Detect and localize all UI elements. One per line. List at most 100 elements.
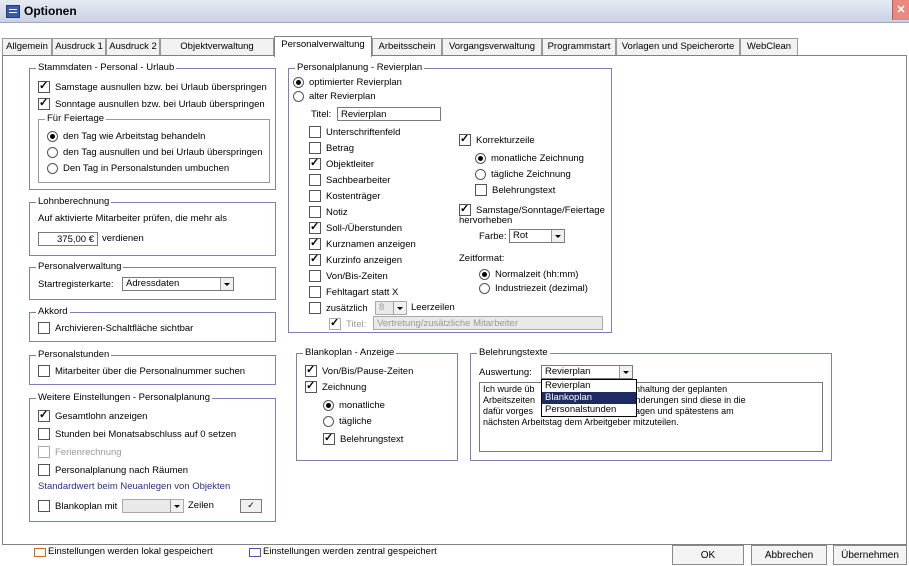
checkbox-stunden-null[interactable]: Stunden bei Monatsabschluss auf 0 setzen: [38, 427, 236, 441]
radio-button[interactable]: [475, 168, 486, 180]
dropdown-option-revierplan[interactable]: Revierplan: [542, 380, 636, 392]
radio-button[interactable]: [293, 76, 304, 88]
tab-arbeitsschein[interactable]: Arbeitsschein: [372, 38, 442, 56]
radio-feiertag-ausnullen[interactable]: den Tag ausnullen und bei Urlaub überspr…: [47, 145, 262, 159]
checkbox-box[interactable]: [309, 156, 321, 170]
checkbox-korrekturzeile[interactable]: Korrekturzeile: [459, 132, 535, 147]
checkbox-notiz[interactable]: Notiz: [309, 205, 348, 219]
checkbox-fehltagart[interactable]: Fehltagart statt X: [309, 285, 398, 299]
radio-industriezeit[interactable]: Industriezeit (dezimal): [479, 281, 588, 295]
checkbox-blankoplan[interactable]: Blankoplan mit: [38, 499, 117, 513]
radio-monatliche-zeichnung[interactable]: monatliche Zeichnung: [475, 151, 584, 165]
tab-programmstart[interactable]: Programmstart: [542, 38, 616, 56]
checkbox-box[interactable]: [309, 286, 321, 298]
checkbox-objektleiter[interactable]: Objektleiter: [309, 156, 374, 171]
checkbox-samstage[interactable]: Samstage ausnullen bzw. bei Urlaub übers…: [38, 79, 267, 94]
checkbox-belehrungstext[interactable]: Belehrungstext: [475, 183, 555, 197]
checkbox-box[interactable]: [309, 270, 321, 282]
checkbox-ferienrechnung: Ferienrechnung: [38, 445, 122, 459]
ok-button[interactable]: OK: [672, 545, 744, 565]
radio-button[interactable]: [47, 146, 58, 158]
checkbox-box[interactable]: [309, 220, 321, 234]
checkbox-box[interactable]: [38, 96, 50, 110]
tab-webclean[interactable]: WebClean: [740, 38, 798, 56]
chevron-down-icon[interactable]: [220, 278, 233, 290]
farbe-select[interactable]: Rot: [509, 229, 565, 243]
checkbox-box[interactable]: [475, 184, 487, 196]
checkbox-kostentraeger[interactable]: Kostenträger: [309, 189, 380, 203]
dropdown-option-personalstunden[interactable]: Personalstunden: [542, 404, 636, 416]
radio-button[interactable]: [293, 90, 304, 102]
checkbox-box[interactable]: [38, 365, 50, 377]
checkbox-sonntage[interactable]: Sonntage ausnullen bzw. bei Urlaub übers…: [38, 96, 265, 111]
checkbox-von-bis-pause[interactable]: Von/Bis/Pause-Zeiten: [305, 363, 413, 378]
radio-feiertag-umbuchen[interactable]: Den Tag in Personalstunden umbuchen: [47, 161, 229, 175]
tab-allgemein[interactable]: Allgemein: [2, 38, 52, 56]
startregister-select[interactable]: Adressdaten: [122, 277, 234, 291]
radio-taegliche[interactable]: tägliche: [323, 414, 372, 428]
radio-button[interactable]: [323, 399, 334, 411]
checkbox-raeume[interactable]: Personalplanung nach Räumen: [38, 463, 188, 477]
checkbox-soll-ueberstunden[interactable]: Soll-/Überstunden: [309, 220, 402, 235]
radio-taegliche-zeichnung[interactable]: tägliche Zeichnung: [475, 167, 571, 181]
dropdown-option-blankoplan[interactable]: Blankoplan: [542, 392, 636, 404]
checkbox-box[interactable]: [38, 408, 50, 422]
tab-objektverwaltung[interactable]: Objektverwaltung: [160, 38, 274, 56]
checkbox-archivieren[interactable]: Archivieren-Schaltfläche sichtbar: [38, 321, 193, 335]
checkbox-blanko-belehrungstext[interactable]: Belehrungstext: [323, 431, 403, 446]
checkbox-kurznamen[interactable]: Kurznamen anzeigen: [309, 236, 416, 251]
radio-alter-revierplan[interactable]: alter Revierplan: [293, 89, 376, 103]
tab-ausdruck-2[interactable]: Ausdruck 2: [106, 38, 160, 56]
checkbox-box[interactable]: [309, 236, 321, 250]
checkbox-box[interactable]: [323, 431, 335, 445]
checkbox-von-bis-zeiten[interactable]: Von/Bis-Zeiten: [309, 269, 388, 283]
checkbox-zeichnung[interactable]: Zeichnung: [305, 379, 366, 394]
checkbox-sachbearbeiter[interactable]: Sachbearbeiter: [309, 173, 390, 187]
checkbox-box[interactable]: [38, 79, 50, 93]
checkbox-box[interactable]: [309, 302, 321, 314]
tab-vorgangsverwaltung[interactable]: Vorgangsverwaltung: [442, 38, 542, 56]
radio-button[interactable]: [475, 152, 486, 164]
checkbox-personalnummer[interactable]: Mitarbeiter über die Personalnummer such…: [38, 364, 245, 378]
radio-button[interactable]: [47, 130, 58, 142]
checkbox-box[interactable]: [459, 132, 471, 146]
radio-normalzeit[interactable]: Normalzeit (hh:mm): [479, 267, 578, 281]
checkbox-box[interactable]: [309, 206, 321, 218]
radio-button[interactable]: [479, 268, 490, 280]
uebernehmen-button[interactable]: Übernehmen: [833, 545, 907, 565]
titel-input[interactable]: Revierplan: [337, 107, 441, 121]
checkbox-box[interactable]: [309, 252, 321, 266]
tab-personalverwaltung[interactable]: Personalverwaltung: [274, 36, 372, 57]
radio-optimierter-revierplan[interactable]: optimierter Revierplan: [293, 75, 402, 89]
abbrechen-button[interactable]: Abbrechen: [751, 545, 827, 565]
lohn-amount-input[interactable]: 375,00 €: [38, 232, 98, 246]
tab-vorlagen-speicherorte[interactable]: Vorlagen und Speicherorte: [616, 38, 740, 56]
chevron-down-icon[interactable]: [619, 366, 632, 378]
radio-monatliche[interactable]: monatliche: [323, 398, 385, 412]
checkbox-box[interactable]: [309, 126, 321, 138]
checkbox-box[interactable]: [38, 500, 50, 512]
checkbox-box[interactable]: [38, 464, 50, 476]
checkbox-box[interactable]: [38, 428, 50, 440]
checkbox-gesamtlohn[interactable]: Gesamtlohn anzeigen: [38, 408, 147, 423]
radio-button[interactable]: [47, 162, 58, 174]
radio-feiertag-arbeitstag[interactable]: den Tag wie Arbeitstag behandeln: [47, 129, 205, 143]
apply-check-button[interactable]: ✓: [240, 499, 262, 513]
checkbox-zusaetzlich[interactable]: zusätzlich: [309, 301, 368, 315]
radio-button[interactable]: [479, 282, 490, 294]
checkbox-box[interactable]: [305, 363, 317, 377]
checkbox-kurzinfo[interactable]: Kurzinfo anzeigen: [309, 252, 402, 267]
checkbox-box[interactable]: [309, 190, 321, 202]
checkbox-box[interactable]: [309, 174, 321, 186]
auswertung-select[interactable]: Revierplan: [541, 365, 633, 379]
chevron-down-icon[interactable]: [551, 230, 564, 242]
tab-ausdruck-1[interactable]: Ausdruck 1: [52, 38, 106, 56]
checkbox-box[interactable]: [38, 322, 50, 334]
belehrungstext-textarea[interactable]: Ich wurde üb er Einhaltung der geplanten …: [479, 382, 823, 452]
checkbox-box[interactable]: [305, 379, 317, 393]
checkbox-box[interactable]: [309, 142, 321, 154]
close-button[interactable]: ✕: [892, 0, 909, 20]
checkbox-betrag[interactable]: Betrag: [309, 141, 354, 155]
checkbox-unterschriftenfeld[interactable]: Unterschriftenfeld: [309, 125, 400, 139]
radio-button[interactable]: [323, 415, 334, 427]
